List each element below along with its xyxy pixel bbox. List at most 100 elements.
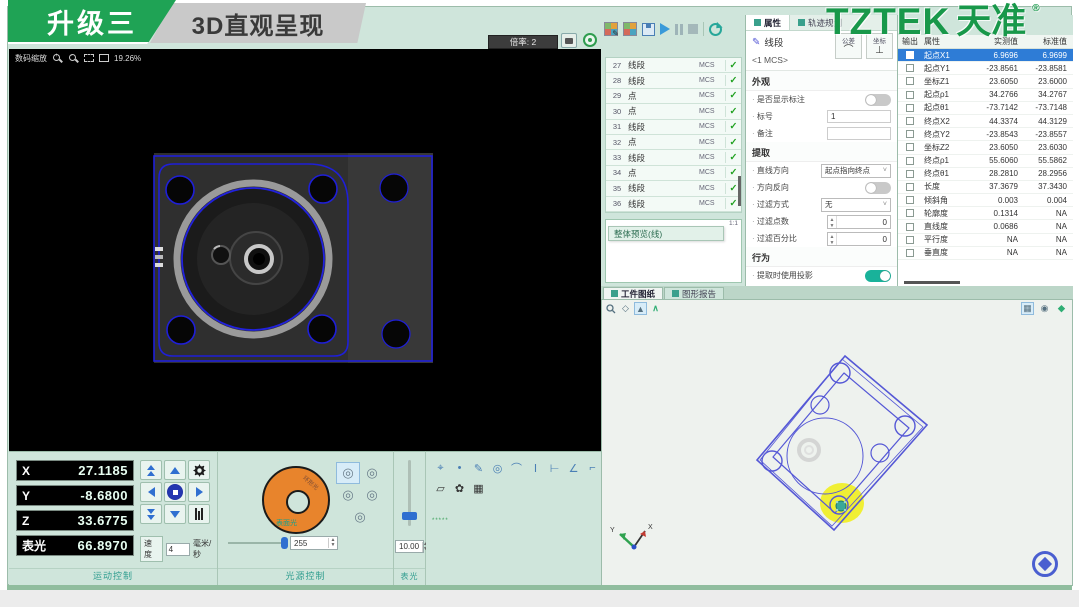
show-image-icon[interactable]: ▲: [634, 302, 647, 315]
light-mode-off-icon[interactable]: ◎: [336, 506, 384, 528]
jog-left-button[interactable]: [140, 482, 162, 502]
projection-toggle[interactable]: [865, 270, 891, 282]
result-row[interactable]: 垂直度 NA NA: [898, 247, 1073, 260]
result-row[interactable]: 平行度 NA NA: [898, 234, 1073, 247]
view-cube-icon[interactable]: ◆: [1055, 302, 1068, 315]
output-checkbox[interactable]: [906, 183, 914, 191]
filter-percent-spinner[interactable]: ▲▼ 0: [827, 232, 891, 246]
camera-button[interactable]: [561, 33, 577, 48]
measure-tool-icon[interactable]: •: [453, 462, 466, 474]
results-scrollbar[interactable]: [904, 281, 960, 284]
fit-view-icon[interactable]: [84, 54, 94, 62]
magnification-dropdown[interactable]: 倍率: 2: [488, 35, 558, 49]
result-row[interactable]: 终点ρ1 55.6060 55.5862: [898, 155, 1073, 168]
jog-right-button[interactable]: [188, 482, 210, 502]
output-checkbox[interactable]: [906, 64, 914, 72]
slider-handle[interactable]: [281, 537, 288, 549]
direction-select[interactable]: 起点指向终点 ˅: [821, 164, 891, 178]
save-icon[interactable]: [642, 23, 655, 36]
step-row[interactable]: 29 点 MCS ✓: [606, 89, 741, 104]
measure-tool-icon[interactable]: ∠: [567, 462, 580, 475]
step-row[interactable]: 34 点 MCS ✓: [606, 166, 741, 181]
output-checkbox[interactable]: [906, 51, 914, 59]
tab-graphic-report[interactable]: 图形报告: [664, 287, 724, 299]
jog-up-button[interactable]: [164, 460, 186, 480]
result-row[interactable]: 坐标Z1 23.6050 23.6000: [898, 75, 1073, 88]
result-row[interactable]: 直线度 0.0686 NA: [898, 220, 1073, 233]
show-label-toggle[interactable]: [865, 94, 891, 106]
output-checkbox[interactable]: [906, 104, 914, 112]
actual-size-icon[interactable]: [99, 54, 109, 62]
jog-tools-button[interactable]: [188, 504, 210, 524]
output-checkbox[interactable]: [906, 143, 914, 151]
show-wireframe-icon[interactable]: ∧: [649, 302, 662, 315]
result-row[interactable]: 起点θ1 -73.7142 -73.7148: [898, 102, 1073, 115]
tab-properties[interactable]: 属性: [746, 15, 790, 30]
note-input[interactable]: [827, 127, 891, 140]
result-row[interactable]: 起点ρ1 34.2766 34.2767: [898, 89, 1073, 102]
jog-down-fast-button[interactable]: [140, 504, 162, 524]
light-intensity-slider[interactable]: [228, 542, 284, 544]
template-icon[interactable]: [623, 22, 637, 36]
output-checkbox[interactable]: [906, 236, 914, 244]
light-mode-full-icon[interactable]: ◎: [336, 462, 360, 484]
output-checkbox[interactable]: [906, 77, 914, 85]
light-mode-outer-icon[interactable]: ◎: [360, 462, 384, 484]
light-mode-inner-icon[interactable]: ◎: [360, 484, 384, 506]
reverse-toggle[interactable]: [865, 182, 891, 194]
output-checkbox[interactable]: [906, 209, 914, 217]
surface-light-value-box[interactable]: 10.00 ▲▼: [395, 540, 424, 553]
pause-button[interactable]: [675, 24, 683, 35]
step-row[interactable]: 30 点 MCS ✓: [606, 104, 741, 119]
light-value-box[interactable]: 255 ▲▼: [290, 536, 338, 550]
jog-down-button[interactable]: [164, 504, 186, 524]
measure-tool-icon[interactable]: ✎: [472, 462, 485, 475]
steps-scrollbar[interactable]: [738, 176, 741, 206]
jog-stop-button[interactable]: [164, 482, 186, 502]
measure-tool-icon[interactable]: ▦: [472, 482, 485, 495]
result-row[interactable]: 坐标Z2 23.6050 23.6030: [898, 141, 1073, 154]
step-row[interactable]: 27 线段 MCS ✓: [606, 58, 741, 73]
surface-light-slider[interactable]: [408, 460, 411, 526]
result-row[interactable]: 轮廓度 0.1314 NA: [898, 207, 1073, 220]
step-row[interactable]: 33 线段 MCS ✓: [606, 150, 741, 165]
zoom-tool-icon[interactable]: [604, 302, 617, 315]
edit-template-icon[interactable]: [604, 22, 618, 36]
spinner-arrows-icon[interactable]: ▲▼: [828, 233, 837, 245]
result-row[interactable]: 起点X1 6.9696 6.9699: [898, 49, 1073, 62]
measure-tool-icon[interactable]: ⌒: [510, 460, 523, 476]
result-row[interactable]: 终点Y2 -23.8543 -23.8557: [898, 128, 1073, 141]
output-checkbox[interactable]: [906, 170, 914, 178]
zoom-in-icon[interactable]: +: [52, 53, 63, 64]
measure-tool-icon[interactable]: ◎: [491, 462, 504, 475]
jog-up-fast-button[interactable]: [140, 460, 162, 480]
result-row[interactable]: 终点θ1 28.2810 28.2956: [898, 168, 1073, 181]
step-row[interactable]: 36 线段 MCS ✓: [606, 197, 741, 212]
camera-view[interactable]: 数码缩放 + - 19.26%: [9, 49, 601, 451]
jog-settings-button[interactable]: [188, 460, 210, 480]
result-row[interactable]: 长度 37.3679 37.3430: [898, 181, 1073, 194]
step-row[interactable]: 32 点 MCS ✓: [606, 135, 741, 150]
output-checkbox[interactable]: [906, 157, 914, 165]
output-checkbox[interactable]: [906, 130, 914, 138]
view-settings-icon[interactable]: ◉: [1038, 302, 1051, 315]
screen-capture-icon[interactable]: ▦: [1021, 302, 1034, 315]
measure-tool-icon[interactable]: ✿: [453, 482, 466, 495]
run-button[interactable]: [660, 23, 670, 35]
step-row[interactable]: 31 线段 MCS ✓: [606, 120, 741, 135]
tab-workpiece-drawing[interactable]: 工件图纸: [603, 287, 663, 299]
measure-tool-icon[interactable]: ⌖: [434, 462, 447, 475]
output-checkbox[interactable]: [906, 196, 914, 204]
speed-input[interactable]: 4: [166, 543, 190, 556]
stop-button[interactable]: [688, 24, 698, 34]
slider-handle[interactable]: [402, 512, 417, 520]
output-checkbox[interactable]: [906, 249, 914, 257]
spinner-arrows-icon[interactable]: ▲▼: [828, 216, 837, 228]
light-mode-quad-icon[interactable]: ◎: [336, 484, 360, 506]
step-row[interactable]: 28 线段 MCS ✓: [606, 73, 741, 88]
result-row[interactable]: 倾斜角 0.003 0.004: [898, 194, 1073, 207]
overview-tab[interactable]: 整体预览(线): [608, 226, 724, 241]
filter-select[interactable]: 无 ˅: [821, 198, 891, 212]
spinner-arrows-icon[interactable]: ▲▼: [328, 538, 337, 548]
speed-button[interactable]: 速度: [140, 536, 163, 562]
